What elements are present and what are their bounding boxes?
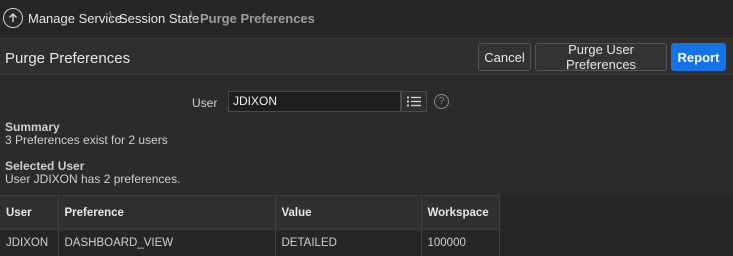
column-header-value[interactable]: Value	[275, 195, 422, 230]
cancel-button[interactable]: Cancel	[478, 43, 531, 71]
cell-preference: DASHBOARD_VIEW	[58, 229, 276, 256]
region-title: Purge Preferences	[5, 50, 131, 67]
column-header-user[interactable]: User	[0, 195, 59, 230]
summary-heading: Summary	[5, 120, 60, 134]
selected-user-heading: Selected User	[5, 159, 85, 173]
column-header-preference[interactable]: Preference	[58, 195, 276, 230]
breadcrumb-bar: Manage Service \ Session State \ Purge P…	[0, 0, 733, 39]
cell-workspace: 100000	[421, 229, 500, 256]
user-label: User	[192, 96, 218, 110]
breadcrumb-separator: \	[109, 9, 114, 26]
list-icon[interactable]	[401, 91, 427, 112]
user-input[interactable]: JDIXON	[228, 91, 401, 112]
table-row: JDIXON DASHBOARD_VIEW DETAILED 100000	[0, 229, 500, 256]
column-header-workspace[interactable]: Workspace	[421, 195, 500, 230]
preferences-table: User Preference Value Workspace JDIXON D…	[0, 195, 500, 256]
region-header: Purge Preferences Cancel Purge User Pref…	[0, 39, 733, 75]
cell-value: DETAILED	[275, 229, 422, 256]
breadcrumb-current: Purge Preferences	[200, 11, 315, 26]
cell-user: JDIXON	[0, 229, 59, 256]
breadcrumb-session-state[interactable]: Session State	[119, 11, 199, 26]
up-arrow-icon[interactable]	[3, 8, 23, 28]
breadcrumb-separator: \	[190, 9, 195, 26]
help-icon[interactable]: ?	[434, 94, 449, 109]
selected-user-text: User JDIXON has 2 preferences.	[5, 172, 181, 186]
summary-text: 3 Preferences exist for 2 users	[5, 133, 168, 147]
purge-user-preferences-button[interactable]: Purge User Preferences	[535, 42, 667, 72]
breadcrumb-manage-service[interactable]: Manage Service	[28, 11, 122, 26]
report-button[interactable]: Report	[671, 43, 726, 71]
